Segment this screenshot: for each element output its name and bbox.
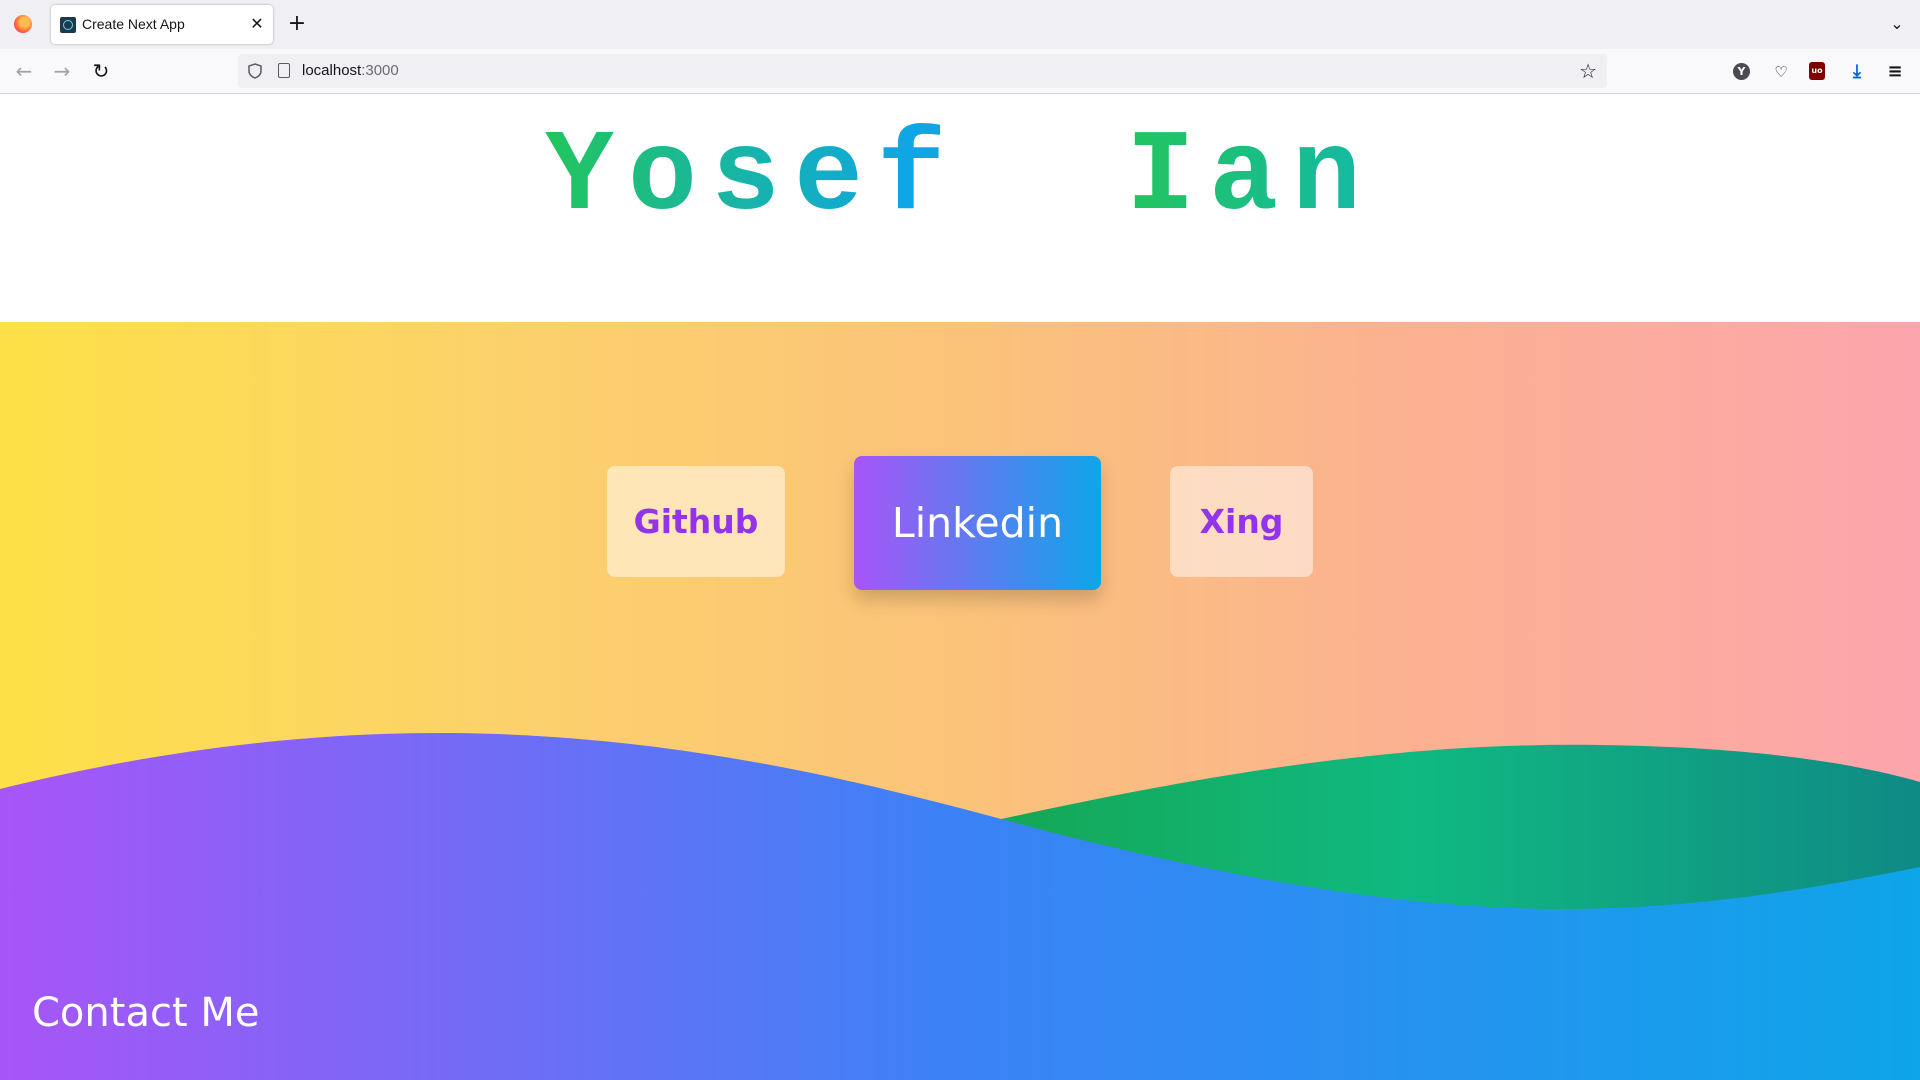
- browser-nav-bar: ← → ↻ localhost:3000 ☆ Y ♡ uo ⤓ ≡: [0, 49, 1920, 94]
- page-icon[interactable]: [278, 63, 290, 78]
- forward-arrow-icon[interactable]: →: [48, 57, 76, 85]
- page-content: Yosef Ian Github Linkedin Xing Contact M…: [0, 95, 1920, 1080]
- tab-title: Create Next App: [82, 16, 185, 32]
- reload-icon[interactable]: ↻: [87, 57, 115, 85]
- url-text[interactable]: localhost:3000: [302, 62, 399, 79]
- contact-me-heading: Contact Me: [32, 990, 260, 1036]
- shield-icon[interactable]: [248, 63, 262, 79]
- close-icon[interactable]: ✕: [247, 13, 267, 35]
- browser-tab[interactable]: Create Next App ✕: [51, 5, 273, 44]
- hero-section: Yosef Ian: [0, 95, 1920, 322]
- menu-hamburger-icon[interactable]: ≡: [1885, 62, 1905, 82]
- links-section: Github Linkedin Xing: [0, 322, 1920, 1080]
- decorative-waves: [0, 732, 1920, 1080]
- back-arrow-icon[interactable]: ←: [10, 57, 38, 85]
- chevron-down-icon[interactable]: ⌄: [1885, 12, 1909, 36]
- page-title: Yosef Ian: [544, 112, 1376, 244]
- ublock-origin-icon[interactable]: uo: [1809, 62, 1825, 80]
- address-bar[interactable]: localhost:3000 ☆: [238, 54, 1607, 88]
- pocket-icon[interactable]: ♡: [1771, 62, 1791, 82]
- react-favicon-icon: [60, 17, 76, 33]
- browser-tab-bar: Create Next App ✕ + ⌄: [0, 0, 1920, 49]
- download-icon[interactable]: ⤓: [1847, 62, 1867, 82]
- yandex-extension-icon[interactable]: Y: [1733, 63, 1750, 80]
- new-tab-icon[interactable]: +: [285, 12, 309, 36]
- bookmark-star-icon[interactable]: ☆: [1579, 59, 1597, 83]
- firefox-icon[interactable]: [14, 15, 32, 33]
